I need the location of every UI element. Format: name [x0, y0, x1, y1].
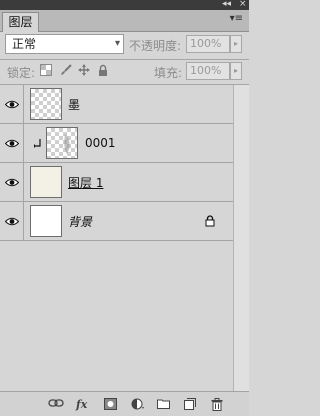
blend-mode-select[interactable]: 正常 ▾ [5, 34, 124, 54]
layer-name[interactable]: 墨 [68, 96, 80, 113]
layer-style-fx-icon[interactable]: fx [76, 398, 87, 411]
layer-row[interactable]: 墨 [0, 85, 233, 124]
fill-input[interactable]: 100% [186, 62, 230, 80]
opacity-input[interactable]: 100% [186, 35, 230, 53]
layer-list-scrollbar[interactable] [233, 85, 249, 391]
tab-layers[interactable]: 图层 [2, 12, 39, 32]
layer-thumbnail[interactable] [30, 166, 62, 198]
collapse-panel-icon[interactable]: ◂◂ [222, 0, 231, 9]
new-layer-icon[interactable] [184, 398, 196, 411]
chevron-down-icon: ▾ [114, 38, 120, 49]
lock-label: 锁定: [7, 66, 36, 80]
lock-position-move-icon[interactable] [78, 64, 90, 76]
fill-slider-toggle[interactable]: ▸ [230, 62, 242, 80]
title-bar: ◂◂ × [0, 0, 249, 10]
layer-name[interactable]: 图层 1 [68, 174, 103, 191]
layer-name[interactable]: 背景 [68, 213, 92, 230]
visibility-toggle[interactable] [0, 202, 24, 240]
layer-thumbnail[interactable] [46, 127, 78, 159]
opacity-slider-toggle[interactable]: ▸ [230, 35, 242, 53]
eye-icon [5, 139, 19, 148]
layer-row[interactable]: 背景 [0, 202, 233, 241]
visibility-toggle[interactable] [0, 85, 24, 123]
layer-lock-icon [205, 215, 215, 227]
blend-mode-value: 正常 [12, 37, 37, 51]
add-layer-mask-icon[interactable] [104, 398, 117, 411]
visibility-toggle[interactable] [0, 163, 24, 201]
panel-tab-bar: 图层 ▾≡ [0, 10, 249, 32]
visibility-toggle[interactable] [0, 124, 24, 162]
layer-thumbnail[interactable] [30, 88, 62, 120]
layer-thumbnail[interactable] [30, 205, 62, 237]
opacity-label: 不透明度: [129, 39, 182, 53]
layer-row[interactable]: 0001 [0, 124, 233, 163]
adjustment-layer-icon[interactable] [131, 398, 145, 411]
lock-all-icon[interactable] [97, 64, 109, 76]
panel-menu-icon[interactable]: ▾≡ [230, 13, 243, 24]
delete-layer-trash-icon[interactable] [211, 398, 223, 411]
divider [0, 59, 249, 60]
layer-list: 墨 0001 图层 1 背景 [0, 85, 233, 391]
layer-row[interactable]: 图层 1 [0, 163, 233, 202]
eye-icon [5, 100, 19, 109]
fill-label: 填充: [154, 66, 183, 80]
close-panel-icon[interactable]: × [239, 0, 247, 9]
lock-transparency-icon[interactable] [40, 64, 52, 76]
clipping-mask-arrow-icon [34, 139, 41, 148]
new-group-folder-icon[interactable] [157, 398, 170, 411]
lock-pixels-brush-icon[interactable] [60, 64, 72, 76]
link-layers-icon[interactable] [48, 398, 64, 411]
eye-icon [5, 217, 19, 226]
layers-bottom-toolbar: fx [0, 391, 249, 416]
eye-icon [5, 178, 19, 187]
layer-name[interactable]: 0001 [85, 136, 116, 150]
